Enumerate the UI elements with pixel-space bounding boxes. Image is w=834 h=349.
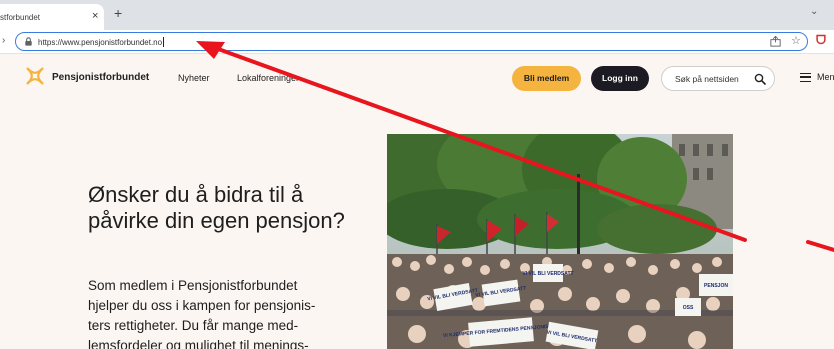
annotation-arrows [196,41,834,252]
